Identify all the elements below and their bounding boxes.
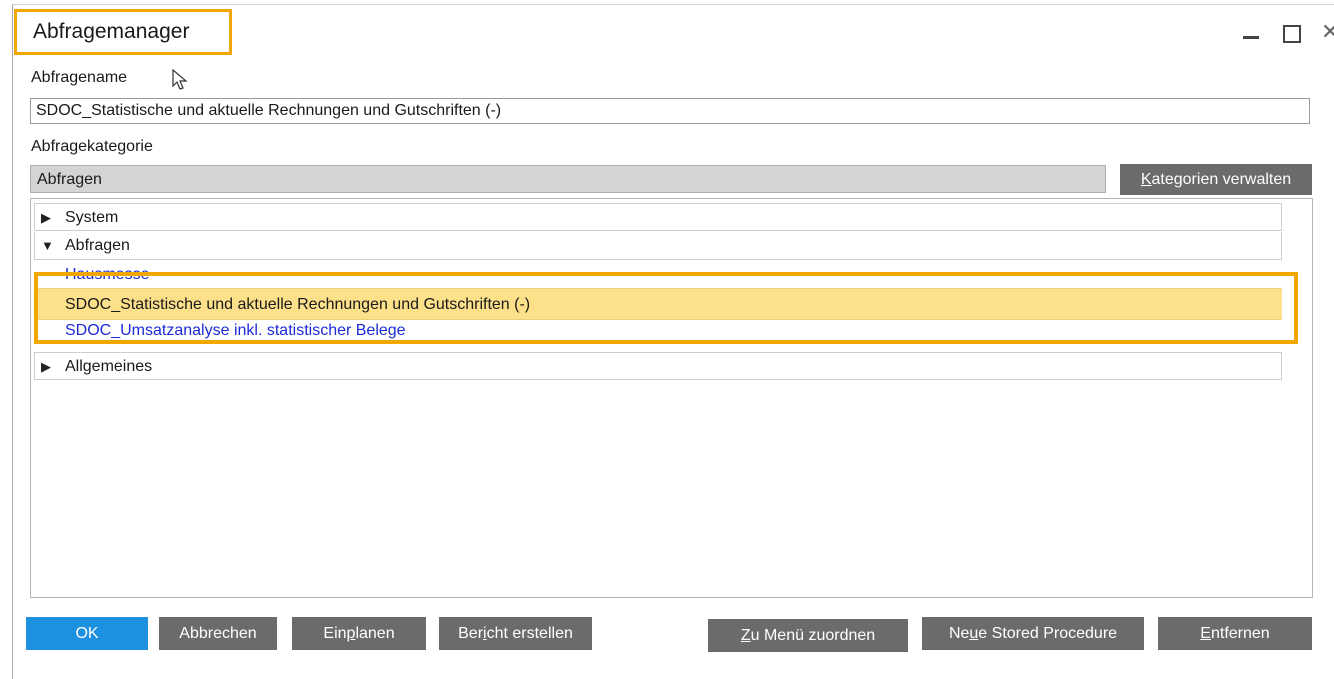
btn-text: Ber: [458, 625, 484, 642]
tree-item-sdoc-umsatz[interactable]: SDOC_Umsatzanalyse inkl. statistischer B…: [34, 322, 1282, 344]
remove-button[interactable]: Entfernen: [1158, 617, 1312, 650]
tree-node-label: System: [65, 209, 119, 226]
expand-arrow-icon[interactable]: ▶: [41, 204, 51, 232]
btn-text: lanen: [355, 625, 395, 642]
tree-node-allgemeines[interactable]: ▶ Allgemeines: [34, 352, 1282, 380]
tree-item-hausmesse[interactable]: Hausmesse: [34, 264, 1282, 286]
title-bar: Abfragemanager ✕: [13, 5, 1334, 59]
query-name-label: Abfragename: [31, 69, 128, 86]
schedule-button[interactable]: Einplanen: [292, 617, 426, 650]
manage-categories-label: ategorien verwalten: [1151, 171, 1292, 188]
query-manager-window: Abfragemanager ✕ Abfragename Abfragekate…: [12, 4, 1334, 679]
tree-item-label: Hausmesse: [65, 266, 150, 283]
tree-item-label: SDOC_Statistische und aktuelle Rechnunge…: [65, 296, 531, 313]
btn-text: e Stored Procedure: [978, 625, 1118, 642]
tree-node-label: Allgemeines: [65, 358, 153, 375]
expand-arrow-icon[interactable]: ▶: [41, 353, 51, 381]
manage-categories-mnemonic: K: [1140, 171, 1152, 188]
btn-mnemonic: Z: [740, 627, 751, 644]
query-category-field[interactable]: Abfragen: [30, 165, 1106, 193]
new-stored-procedure-button[interactable]: Neue Stored Procedure: [922, 617, 1144, 650]
tree-item-label: SDOC_Umsatzanalyse inkl. statistischer B…: [65, 322, 406, 339]
tree-node-system[interactable]: ▶ System: [34, 203, 1282, 231]
create-report-button[interactable]: Bericht erstellen: [439, 617, 592, 650]
cancel-button[interactable]: Abbrechen: [159, 617, 277, 650]
manage-categories-button[interactable]: Kategorien verwalten: [1120, 164, 1312, 195]
close-button[interactable]: ✕: [1321, 19, 1334, 45]
btn-mnemonic: u: [969, 625, 979, 642]
tree-item-selected[interactable]: SDOC_Statistische und aktuelle Rechnunge…: [34, 288, 1282, 320]
query-tree[interactable]: ▶ System ▼ Abfragen Hausmesse SDOC_Stati…: [30, 198, 1313, 598]
btn-text: ntfernen: [1210, 625, 1270, 642]
window-title: Abfragemanager: [33, 20, 190, 43]
tree-node-abfragen[interactable]: ▼ Abfragen: [34, 232, 1282, 260]
query-name-input[interactable]: [30, 98, 1310, 124]
tree-node-label: Abfragen: [65, 237, 130, 254]
maximize-button[interactable]: [1283, 25, 1301, 43]
btn-text: Ein: [323, 625, 347, 642]
mouse-cursor-icon: [172, 69, 188, 90]
collapse-arrow-icon[interactable]: ▼: [41, 232, 54, 260]
btn-mnemonic: E: [1200, 625, 1211, 642]
query-category-label: Abfragekategorie: [31, 138, 153, 155]
btn-text: u Menü zuordnen: [750, 627, 876, 644]
minimize-button[interactable]: [1241, 21, 1261, 41]
ok-button[interactable]: OK: [26, 617, 148, 650]
btn-text: Ne: [948, 625, 970, 642]
btn-text: cht erstellen: [486, 625, 573, 642]
assign-to-menu-button[interactable]: Zu Menü zuordnen: [708, 619, 908, 652]
